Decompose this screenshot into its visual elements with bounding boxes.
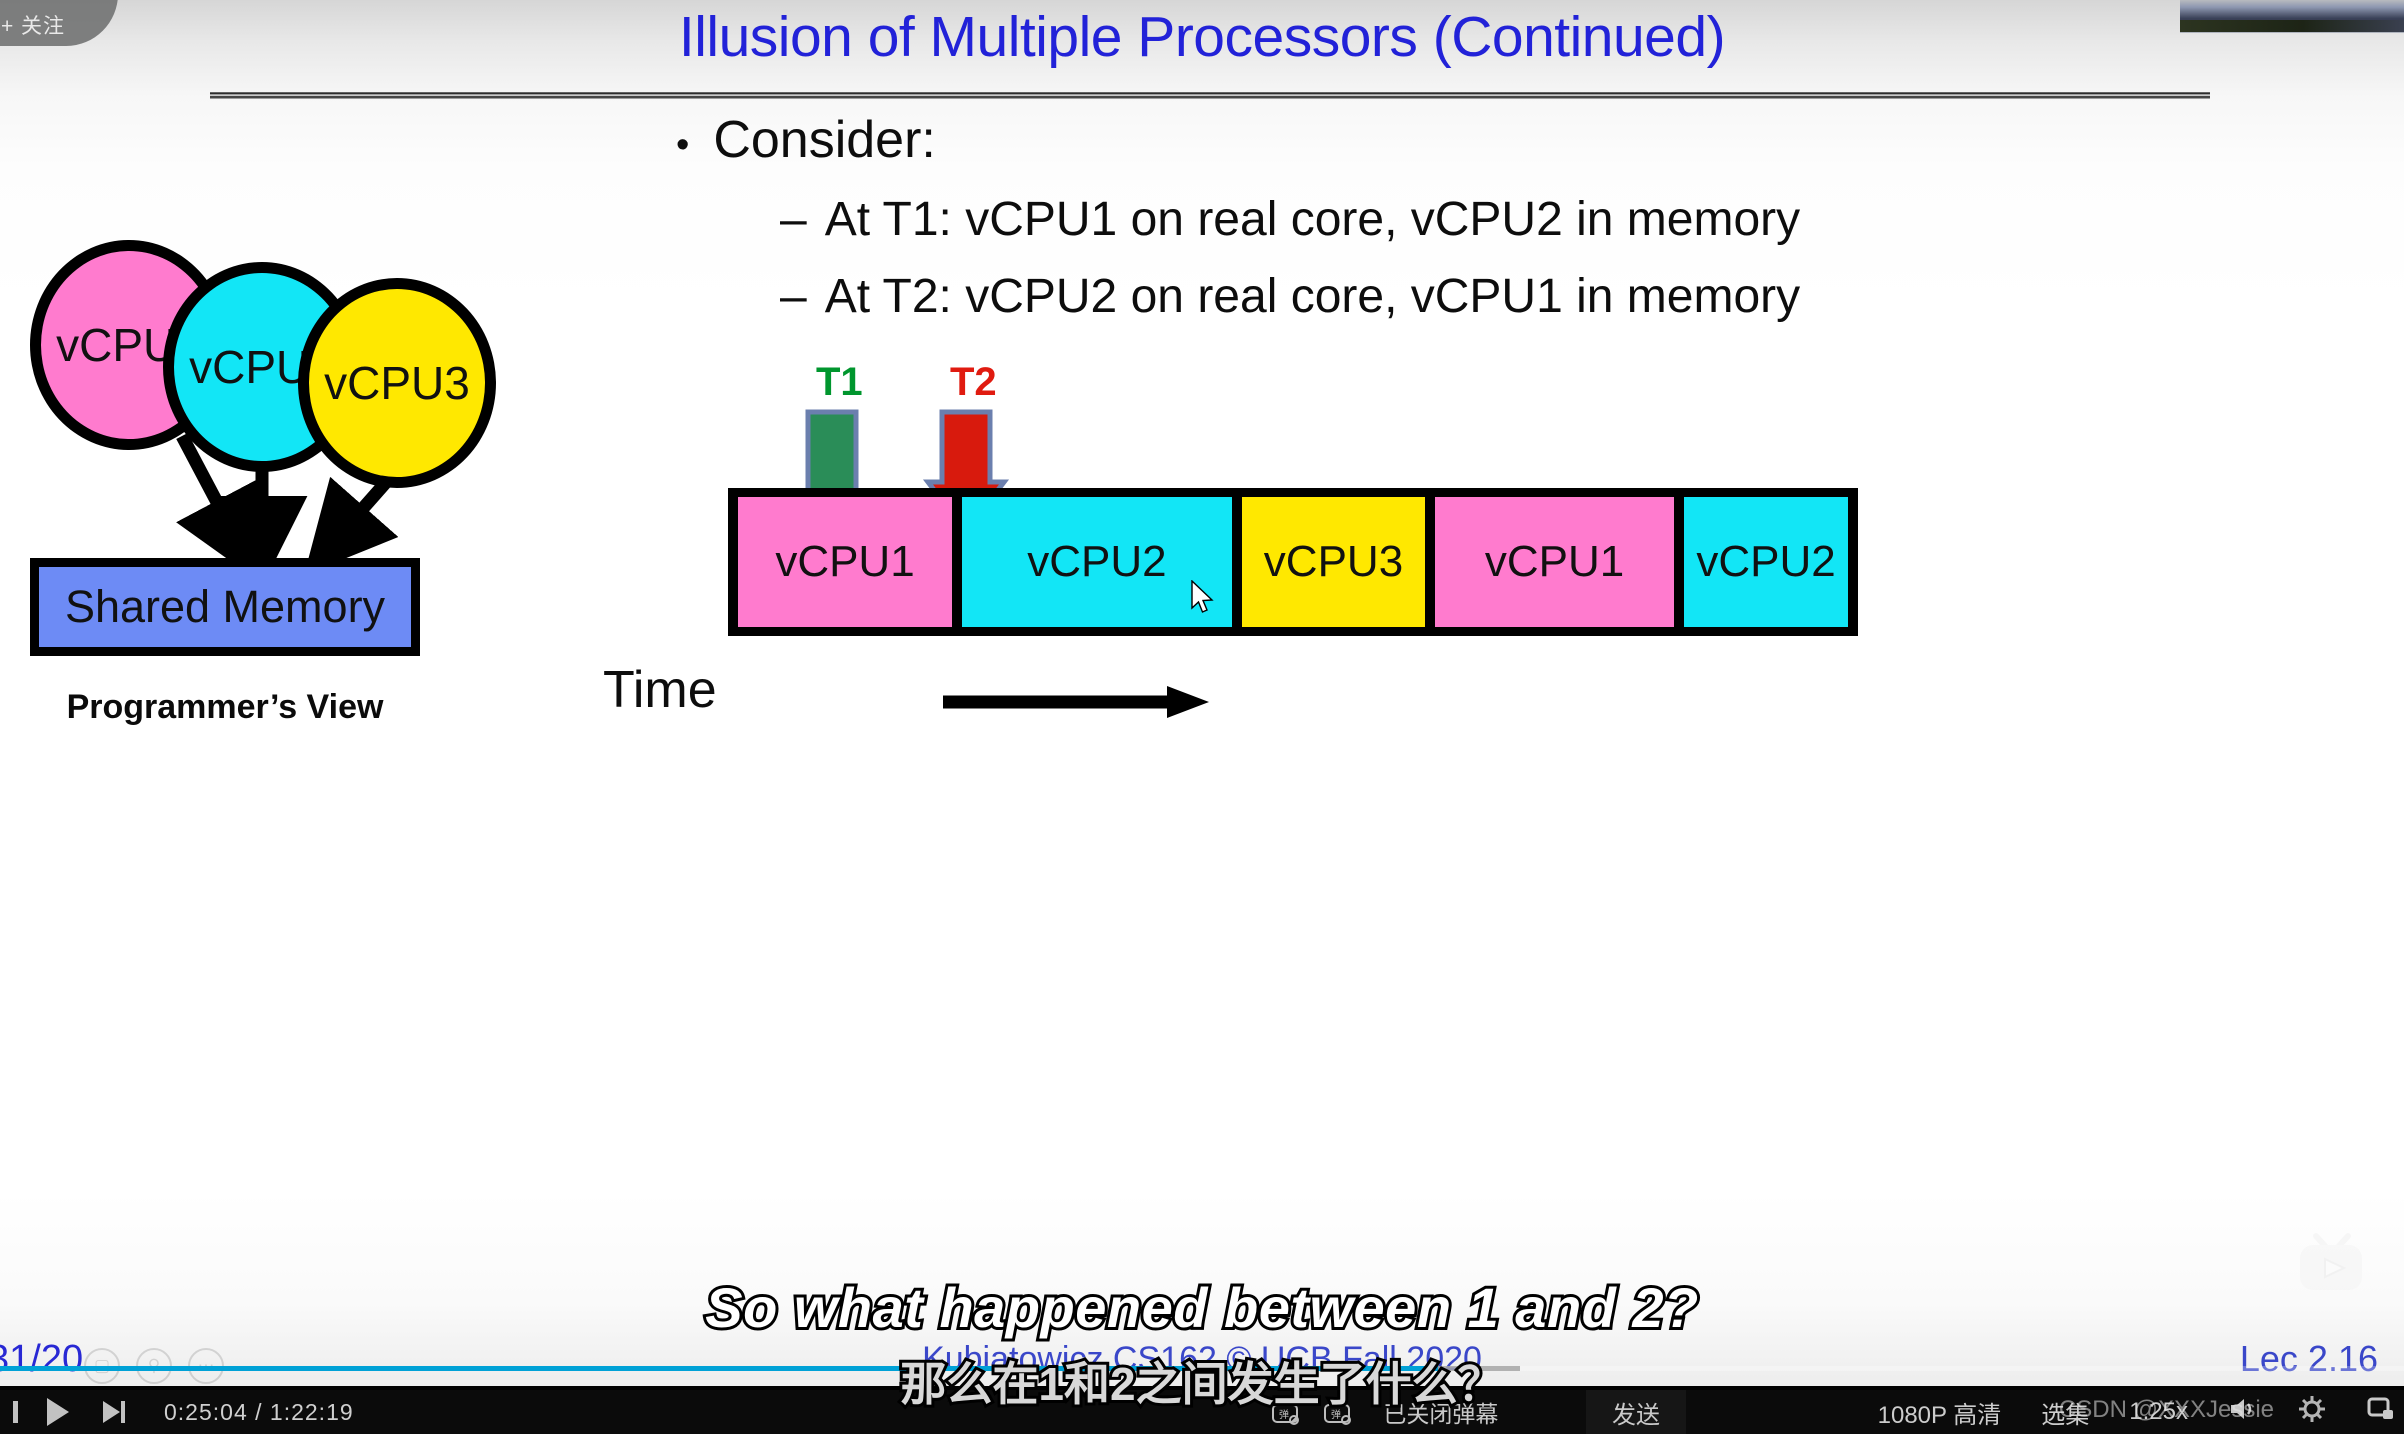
shared-memory-label: Shared Memory [64,581,386,632]
bullet-level2-item: – At T1: vCPU1 on real core, vCPU2 in me… [780,192,2376,247]
timeline-slot-label: vCPU1 [775,537,915,586]
bullet-level2-text: At T2: vCPU2 on real core, vCPU1 in memo… [824,270,1801,323]
title-divider [210,92,2210,99]
slide-caption-overlay: So what happened between 1 and 2? [702,1273,1701,1342]
t1-label: T1 [816,360,863,404]
timeline-slot: vCPU1 [1435,497,1675,627]
timeline-slot: vCPU2 [1684,497,1848,627]
timeline-slot: vCPU1 [738,497,952,627]
dash-glyph-icon: – [780,270,807,323]
bullet-level2-text: At T1: vCPU1 on real core, vCPU2 in memo… [824,193,1801,246]
dash-glyph-icon: – [780,193,807,246]
time-axis-arrow-icon [943,686,1209,718]
vcpu-circle: vCPU3 [298,278,496,488]
vcpu-circle-label: vCPU3 [324,357,470,409]
video-player-page: + 关注 Illusion of Multiple Processors (Co… [0,0,2404,1434]
timeline-slot-label: vCPU1 [1484,537,1625,586]
bullet-level1: • Consider: [676,110,2376,170]
programmers-view-diagram: vCPU1 vCPU2 vCPU3 Shared Memory Programm… [30,240,650,726]
timeline-slot-label: vCPU3 [1263,537,1404,586]
chinese-subtitle: 那么在1和2之间发生了什么？ [897,1355,1506,1413]
bullet-list: • Consider: – At T1: vCPU1 on real core,… [676,110,2376,324]
bullet-level1-text: Consider: [713,111,936,169]
mouse-cursor-icon [1191,580,1214,613]
timeline-slot-label: vCPU2 [1027,537,1167,586]
timeline-slot: vCPU3 [1241,497,1426,627]
slide-title: Illusion of Multiple Processors (Continu… [678,5,1726,69]
timeline-bar: vCPU1 vCPU2 vCPU3 vCPU1 vCPU2 [728,488,1858,636]
bullet-level2-item: – At T2: vCPU2 on real core, vCPU1 in me… [780,269,2376,324]
programmers-view-caption: Programmer’s View [66,688,384,726]
t2-label: T2 [950,360,997,404]
video-frame[interactable]: + 关注 Illusion of Multiple Processors (Co… [0,0,2404,1386]
shared-memory-box: Shared Memory [30,558,420,656]
bullet-glyph-icon: • [676,124,690,166]
time-axis-label: Time [603,661,717,719]
timeline-slot-label: vCPU2 [1696,537,1836,586]
